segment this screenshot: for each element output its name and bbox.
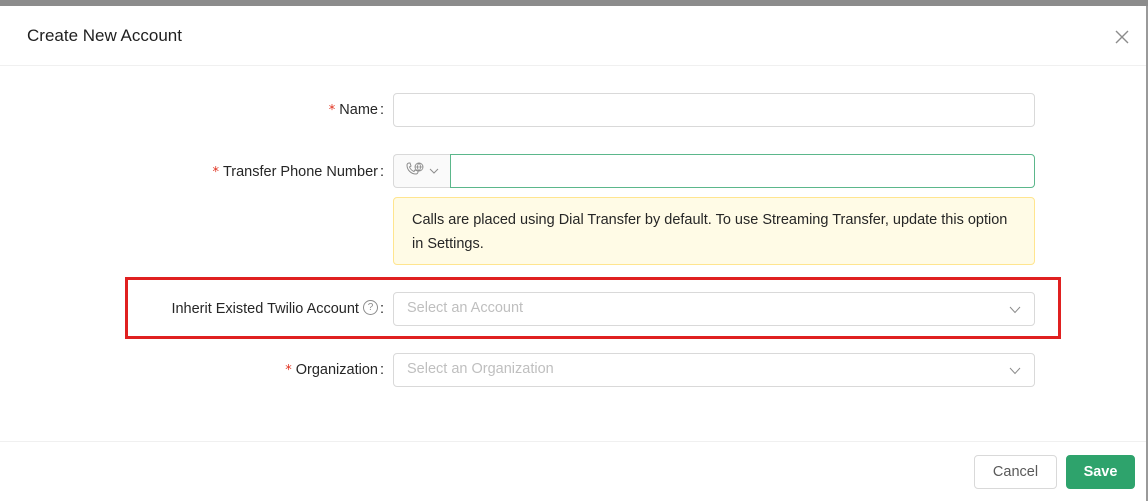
inherit-account-select[interactable]: Select an Account — [393, 292, 1035, 326]
organization-label: * Organization: — [285, 362, 384, 378]
save-button[interactable]: Save — [1066, 455, 1135, 489]
phone-globe-icon — [405, 162, 425, 181]
cancel-button[interactable]: Cancel — [974, 455, 1057, 489]
required-mark: * — [212, 165, 219, 180]
create-account-modal: Create New Account * Name: * Transfer Phon… — [0, 6, 1148, 501]
close-icon[interactable] — [1113, 28, 1131, 46]
inherit-account-placeholder: Select an Account — [407, 300, 524, 316]
name-label: * Name: — [328, 102, 384, 118]
transfer-phone-input[interactable] — [450, 154, 1035, 188]
chevron-down-icon — [1008, 364, 1022, 378]
name-input[interactable] — [393, 93, 1035, 127]
required-mark: * — [285, 363, 292, 378]
chevron-down-icon — [1008, 303, 1022, 317]
modal-footer: Cancel Save — [0, 441, 1148, 502]
chevron-down-icon — [429, 162, 439, 180]
modal-header: Create New Account — [0, 6, 1148, 66]
organization-select[interactable]: Select an Organization — [393, 353, 1035, 387]
inherit-account-label: Inherit Existed Twilio Account?: — [171, 299, 384, 317]
modal-title: Create New Account — [27, 26, 182, 45]
country-code-selector[interactable] — [393, 154, 450, 188]
required-mark: * — [328, 103, 336, 118]
dial-transfer-notice: Calls are placed using Dial Transfer by … — [393, 197, 1035, 265]
transfer-phone-label: * Transfer Phone Number: — [212, 164, 384, 180]
organization-placeholder: Select an Organization — [407, 361, 554, 377]
question-circle-icon[interactable]: ? — [362, 299, 378, 315]
